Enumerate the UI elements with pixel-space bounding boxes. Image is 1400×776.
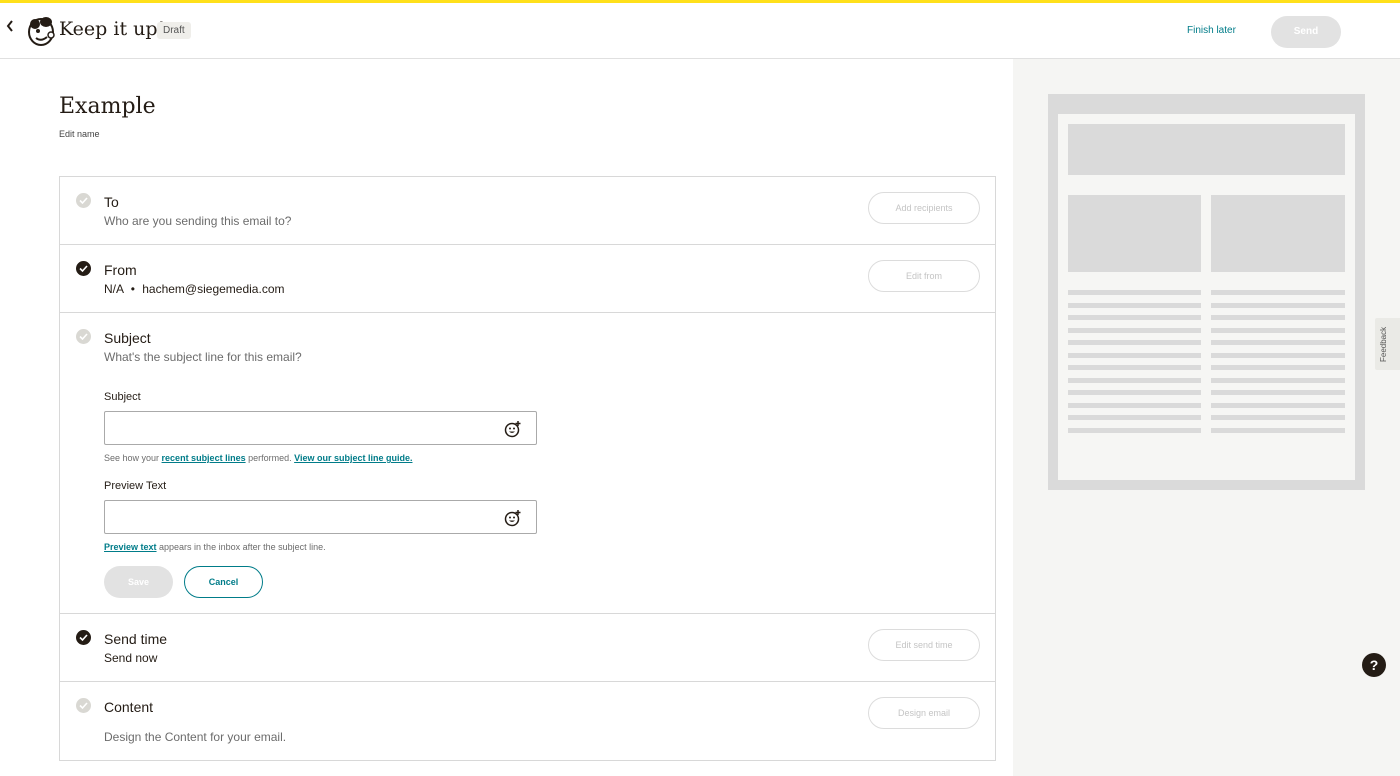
to-title: To [104, 194, 119, 210]
check-pending-icon [76, 329, 91, 344]
from-title: From [104, 262, 137, 278]
email-preview-thumbnail [1048, 94, 1365, 490]
subject-help-text: See how your recent subject lines perfor… [104, 453, 412, 463]
preview-text-line [1068, 290, 1201, 295]
subject-line-guide-link[interactable]: View our subject line guide. [294, 453, 412, 463]
preview-image-right [1211, 195, 1345, 272]
app-title: Keep it up! [59, 18, 166, 40]
edit-name-link[interactable]: Edit name [59, 129, 100, 139]
recent-subject-lines-link[interactable]: recent subject lines [162, 453, 246, 463]
preview-text-line [1068, 327, 1201, 333]
emoji-picker-icon[interactable] [504, 509, 522, 527]
preview-text-line [1211, 327, 1345, 333]
feedback-label: Feedback [1379, 326, 1388, 362]
from-separator: • [130, 282, 135, 296]
preview-help-text: Preview text appears in the inbox after … [104, 542, 326, 552]
send-time-subtitle: Send now [104, 651, 158, 665]
status-badge: Draft [157, 22, 191, 39]
check-done-icon [76, 261, 91, 276]
preview-text-line [1211, 427, 1345, 433]
send-time-title: Send time [104, 631, 168, 647]
preview-text-input[interactable] [104, 500, 537, 534]
email-preview-pane [1013, 59, 1400, 776]
preview-header-block [1068, 124, 1345, 175]
back-arrow-icon[interactable] [6, 19, 18, 39]
help-button[interactable]: ? [1362, 653, 1386, 677]
emoji-picker-icon[interactable] [504, 420, 522, 438]
preview-text-line [1068, 377, 1201, 383]
main-content: Example Edit name To Who are you sending… [0, 59, 1013, 776]
edit-send-time-button[interactable]: Edit send time [868, 629, 980, 661]
preview-text-line [1211, 290, 1345, 295]
save-button[interactable]: Save [104, 566, 173, 598]
email-preview-body [1058, 114, 1355, 480]
content-title: Content [104, 699, 154, 715]
from-name: N/A [104, 282, 124, 296]
preview-text-line [1068, 340, 1201, 345]
check-pending-icon [76, 698, 91, 713]
preview-text-line [1211, 402, 1345, 408]
preview-text-line [1068, 302, 1201, 308]
preview-text-line [1211, 377, 1345, 383]
campaign-checklist: To Who are you sending this email to? Ad… [59, 176, 996, 761]
edit-from-button[interactable]: Edit from [868, 260, 980, 292]
subject-subtitle: What's the subject line for this email? [104, 350, 302, 364]
preview-text-line [1211, 340, 1345, 345]
content-subtitle: Design the Content for your email. [104, 730, 287, 744]
checklist-item-content: Content Design the Content for your emai… [60, 682, 995, 761]
preview-text-link[interactable]: Preview text [104, 542, 157, 552]
campaign-name: Example [59, 94, 156, 119]
from-email: hachem@siegemedia.com [142, 282, 285, 296]
preview-text-line [1068, 427, 1201, 433]
subject-field-label: Subject [104, 391, 141, 403]
preview-text-line [1068, 390, 1201, 395]
finish-later-link[interactable]: Finish later [1187, 25, 1236, 36]
preview-help-suffix: appears in the inbox after the subject l… [156, 542, 326, 552]
preview-text-line [1068, 352, 1201, 358]
feedback-tab[interactable]: Feedback [1375, 318, 1400, 370]
preview-text-line [1068, 402, 1201, 408]
checklist-item-send-time: Send time Send now Edit send time [60, 614, 995, 682]
checklist-item-to: To Who are you sending this email to? Ad… [60, 177, 995, 245]
subject-help-prefix: See how your [104, 453, 162, 463]
subject-title: Subject [104, 330, 151, 346]
preview-text-label: Preview Text [104, 480, 167, 492]
preview-image-left [1068, 195, 1201, 272]
preview-text-line [1211, 315, 1345, 320]
preview-text-line [1211, 415, 1345, 420]
subject-input[interactable] [104, 411, 537, 445]
check-done-icon [76, 630, 91, 645]
preview-text-line [1211, 390, 1345, 395]
preview-text-line [1211, 352, 1345, 358]
checklist-item-from: From N/A • hachem@siegemedia.com Edit fr… [60, 245, 995, 313]
send-button[interactable]: Send [1271, 16, 1341, 48]
cancel-button[interactable]: Cancel [184, 566, 263, 598]
design-email-button[interactable]: Design email [868, 697, 980, 729]
checklist-item-subject: Subject What's the subject line for this… [60, 313, 995, 614]
preview-text-line [1068, 415, 1201, 420]
preview-text-line [1211, 302, 1345, 308]
add-recipients-button[interactable]: Add recipients [868, 192, 980, 224]
preview-text-line [1068, 365, 1201, 370]
mailchimp-logo-icon[interactable] [26, 15, 56, 47]
to-subtitle: Who are you sending this email to? [104, 214, 292, 228]
from-subtitle: N/A • hachem@siegemedia.com [104, 282, 284, 296]
preview-text-line [1068, 315, 1201, 320]
subject-help-mid: performed. [245, 453, 295, 463]
preview-text-line [1211, 365, 1345, 370]
top-bar: Keep it up! Draft Finish later Send [0, 0, 1400, 59]
check-pending-icon [76, 193, 91, 208]
